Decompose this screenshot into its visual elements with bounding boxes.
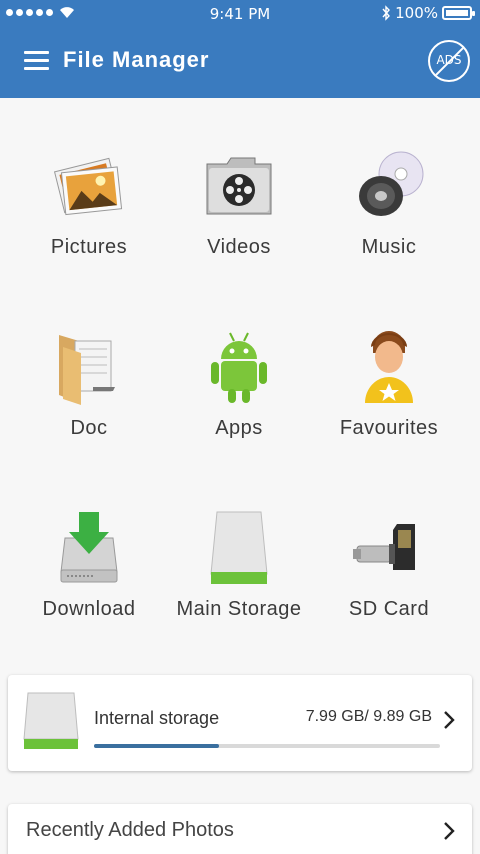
storage-progress-fill: [94, 744, 219, 748]
sd-card-icon: [349, 508, 429, 588]
category-label: Pictures: [50, 236, 128, 258]
category-label: Download: [42, 598, 136, 620]
category-music[interactable]: Music: [314, 140, 464, 321]
doc-folder-icon: [49, 327, 129, 407]
storage-size: 7.99 GB/ 9.89 GB: [305, 708, 432, 725]
internal-storage-card[interactable]: Internal storage 7.99 GB/ 9.89 GB: [8, 675, 472, 771]
category-main-storage[interactable]: Main Storage: [164, 502, 314, 683]
category-favourites[interactable]: Favourites: [314, 321, 464, 502]
category-sd-card[interactable]: SD Card: [314, 502, 464, 683]
download-drive-icon: [49, 508, 129, 588]
drive-icon: [23, 692, 79, 749]
android-apps-icon: [199, 327, 279, 407]
hamburger-menu-icon[interactable]: [24, 51, 49, 71]
category-pictures[interactable]: Pictures: [14, 140, 164, 321]
status-bar: 9:41 PM 100%: [0, 0, 480, 28]
music-icon: [349, 146, 429, 226]
category-label: Apps: [215, 417, 263, 439]
pictures-icon: [49, 146, 129, 226]
category-label: Favourites: [339, 417, 439, 439]
category-doc[interactable]: Doc: [14, 321, 164, 502]
category-download[interactable]: Download: [14, 502, 164, 683]
recently-added-photos-row[interactable]: Recently Added Photos: [8, 804, 472, 854]
videos-icon: [199, 146, 279, 226]
category-label: Main Storage: [176, 598, 302, 620]
no-ads-button[interactable]: ADS: [428, 40, 470, 82]
app-bar: File Manager ADS: [0, 28, 480, 98]
status-right: 100%: [381, 4, 475, 22]
category-label: Doc: [70, 417, 108, 439]
main-storage-drive-icon: [199, 508, 279, 588]
battery-percent: 100%: [395, 4, 438, 22]
recent-label: Recently Added Photos: [26, 819, 234, 841]
chevron-right-icon: [444, 822, 455, 840]
storage-label: Internal storage: [94, 708, 220, 728]
battery-icon: [442, 6, 475, 20]
storage-progress-track: [94, 744, 440, 748]
favourites-user-icon: [349, 327, 429, 407]
category-label: SD Card: [348, 598, 430, 620]
category-videos[interactable]: Videos: [164, 140, 314, 321]
chevron-right-icon: [444, 711, 455, 729]
app-title: File Manager: [63, 47, 210, 72]
category-grid: Pictures Videos Music Doc Apps Favourite…: [14, 140, 466, 683]
category-label: Music: [361, 236, 417, 258]
category-label: Videos: [207, 236, 271, 258]
bluetooth-icon: [382, 5, 391, 21]
category-apps[interactable]: Apps: [164, 321, 314, 502]
